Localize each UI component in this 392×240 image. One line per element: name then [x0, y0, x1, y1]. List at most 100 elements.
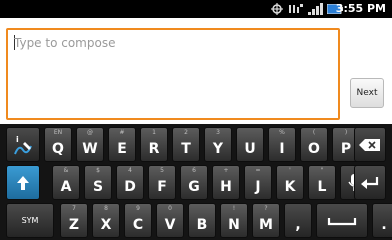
key-o[interactable]: (O [300, 127, 328, 162]
key-c[interactable]: 9C [124, 203, 152, 238]
key-label: A [60, 179, 72, 195]
compose-area: Type to compose Next [0, 18, 392, 124]
key-s[interactable]: $ S [84, 165, 112, 200]
key-label: N [228, 217, 240, 233]
key-secondary-label: ' [289, 167, 291, 174]
key-d[interactable]: 4D [116, 165, 144, 200]
key-r[interactable]: 1R [140, 127, 168, 162]
key-label: H [220, 179, 232, 195]
key-i[interactable]: % I [268, 127, 296, 162]
key-label: R [148, 141, 160, 157]
enter-arrow-icon [355, 166, 385, 199]
key-secondary-label: $ [96, 167, 100, 174]
key-label: T [181, 141, 191, 157]
key-x[interactable]: 8X [92, 203, 120, 238]
key-secondary-label: @ [87, 129, 93, 136]
key-label: G [188, 179, 200, 195]
key-secondary-label: 6 [192, 167, 196, 174]
key-label: Z [68, 217, 80, 233]
key-a[interactable]: & A [52, 165, 80, 200]
key-secondary-label: # [119, 129, 125, 136]
key-secondary-label: + [223, 167, 229, 174]
key-f[interactable]: 5F [148, 165, 176, 200]
svg-text:i: i [16, 135, 19, 144]
enter-key[interactable] [354, 165, 386, 200]
key-secondary-label: 5 [160, 167, 164, 174]
period-key[interactable]: . [372, 203, 392, 238]
key-secondary-label: = [255, 167, 261, 174]
handwriting-pen-icon: i [7, 128, 39, 161]
comma-key[interactable]: , [284, 203, 312, 238]
key-label: Y [212, 141, 224, 157]
key-secondary-label: 7 [72, 205, 76, 212]
key-label: Q [52, 141, 64, 157]
key-g[interactable]: 6G [180, 165, 208, 200]
key-secondary-label: EN [53, 129, 63, 136]
key-label: I [279, 141, 285, 157]
key-label: O [308, 141, 320, 157]
key-label: E [117, 141, 127, 157]
shift-key[interactable] [6, 165, 40, 200]
key-b[interactable]: B [188, 203, 216, 238]
space-bar-icon [317, 204, 367, 237]
key-h[interactable]: + H [212, 165, 240, 200]
key-n[interactable]: ! N [220, 203, 248, 238]
delete-key[interactable] [354, 127, 386, 162]
key-label: J [255, 179, 261, 195]
shift-arrow-icon [7, 166, 39, 199]
input-options-key[interactable]: i [6, 127, 40, 162]
backspace-icon [355, 128, 385, 161]
key-secondary-label: 0 [168, 205, 172, 212]
key-secondary-label: 4 [128, 167, 132, 174]
key-secondary-label: 1 [152, 129, 156, 136]
key-label: B [196, 217, 208, 233]
status-time: 3:55 PM [335, 2, 386, 15]
symbols-key[interactable]: SYM [6, 203, 54, 238]
key-secondary-label: 9 [136, 205, 140, 212]
signal-bars-icon [306, 0, 324, 18]
key-k[interactable]: ' K [276, 165, 304, 200]
key-label: . [381, 217, 387, 233]
key-label: L [317, 179, 327, 195]
compose-placeholder: Type to compose [14, 36, 116, 50]
key-label: V [164, 217, 176, 233]
key-label: S [92, 179, 104, 195]
key-w[interactable]: @ W [76, 127, 104, 162]
key-label: U [244, 141, 256, 157]
key-label: X [100, 217, 112, 233]
key-secondary-label: 2 [184, 129, 188, 136]
network-4g-icon [287, 0, 305, 18]
key-label: C [132, 217, 144, 233]
key-secondary-label: % [279, 129, 285, 136]
status-bar: 3:55 PM [0, 0, 392, 18]
key-secondary-label: 3 [216, 129, 220, 136]
key-label: SYM [21, 216, 39, 225]
key-label: W [82, 141, 98, 157]
key-secondary-label: ( [312, 129, 316, 136]
key-y[interactable]: 3Y [204, 127, 232, 162]
gps-icon [270, 0, 284, 18]
on-screen-keyboard: i EN Q @ W # E 1 R 2 T 3 Y U% I(O) P & A $ S 4 D 5 F 6 G + H = J ' K " L S… [0, 124, 392, 240]
space-key[interactable] [316, 203, 368, 238]
key-q[interactable]: EN Q [44, 127, 72, 162]
key-m[interactable]: ? M [252, 203, 280, 238]
key-secondary-label: 8 [104, 205, 108, 212]
key-secondary-label: ? [264, 205, 268, 212]
compose-input-box[interactable]: Type to compose [6, 28, 340, 120]
key-secondary-label: ! [232, 205, 236, 212]
key-j[interactable]: = J [244, 165, 272, 200]
key-u[interactable]: U [236, 127, 264, 162]
key-label: D [124, 179, 136, 195]
key-label: M [259, 217, 273, 233]
key-v[interactable]: 0V [156, 203, 184, 238]
key-secondary-label: & [63, 167, 69, 174]
key-z[interactable]: 7Z [60, 203, 88, 238]
key-secondary-label: " [320, 167, 324, 174]
key-label: K [284, 179, 296, 195]
key-label: , [295, 217, 301, 233]
key-t[interactable]: 2T [172, 127, 200, 162]
key-label: F [157, 179, 167, 195]
key-l[interactable]: " L [308, 165, 336, 200]
next-button[interactable]: Next [350, 78, 384, 108]
key-e[interactable]: # E [108, 127, 136, 162]
